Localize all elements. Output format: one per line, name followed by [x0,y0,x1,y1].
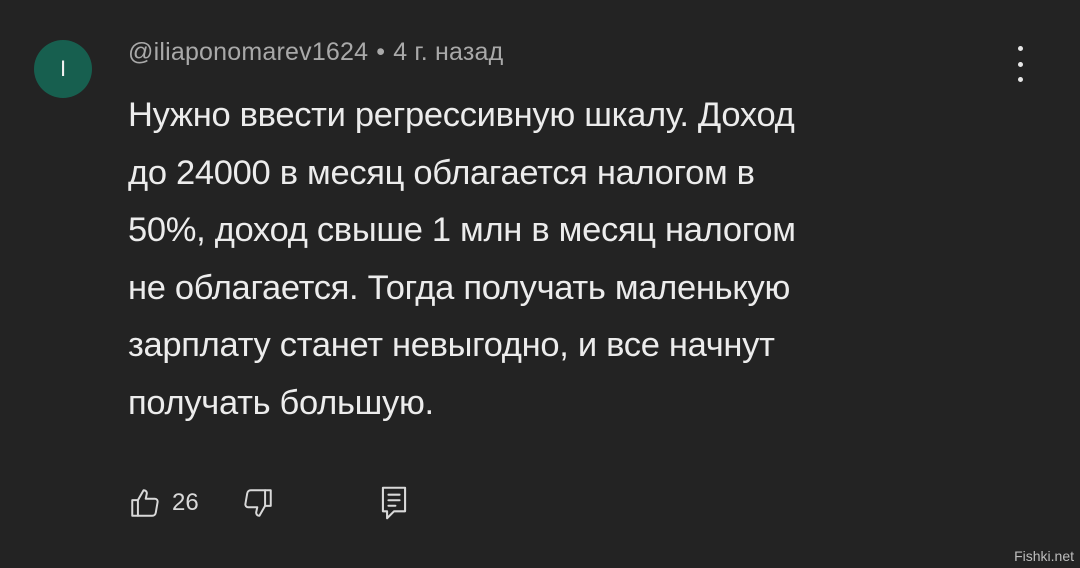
reply-button[interactable] [378,485,410,521]
like-button[interactable]: 26 [128,486,199,520]
like-count: 26 [172,489,199,516]
more-vertical-icon [1017,46,1023,51]
comment-text: Нужно ввести регрессивную шкалу. Доход д… [128,96,796,422]
watermark: Fishki.net [1014,548,1074,564]
avatar[interactable]: I [34,40,92,98]
author-name[interactable]: @iliaponomarev1624 [128,38,368,66]
separator-dot: • [376,38,386,66]
thumbs-down-icon [244,489,272,517]
reply-icon [381,486,406,520]
comment-actions: 26 [128,478,410,528]
comment-header: @iliaponomarev1624 • 4 г. назад [128,38,503,67]
avatar-letter: I [59,56,67,81]
dislike-button[interactable] [241,486,275,520]
more-options-button[interactable] [1010,46,1030,82]
thumbs-up-icon [131,489,159,517]
comment-time[interactable]: 4 г. назад [393,38,503,66]
